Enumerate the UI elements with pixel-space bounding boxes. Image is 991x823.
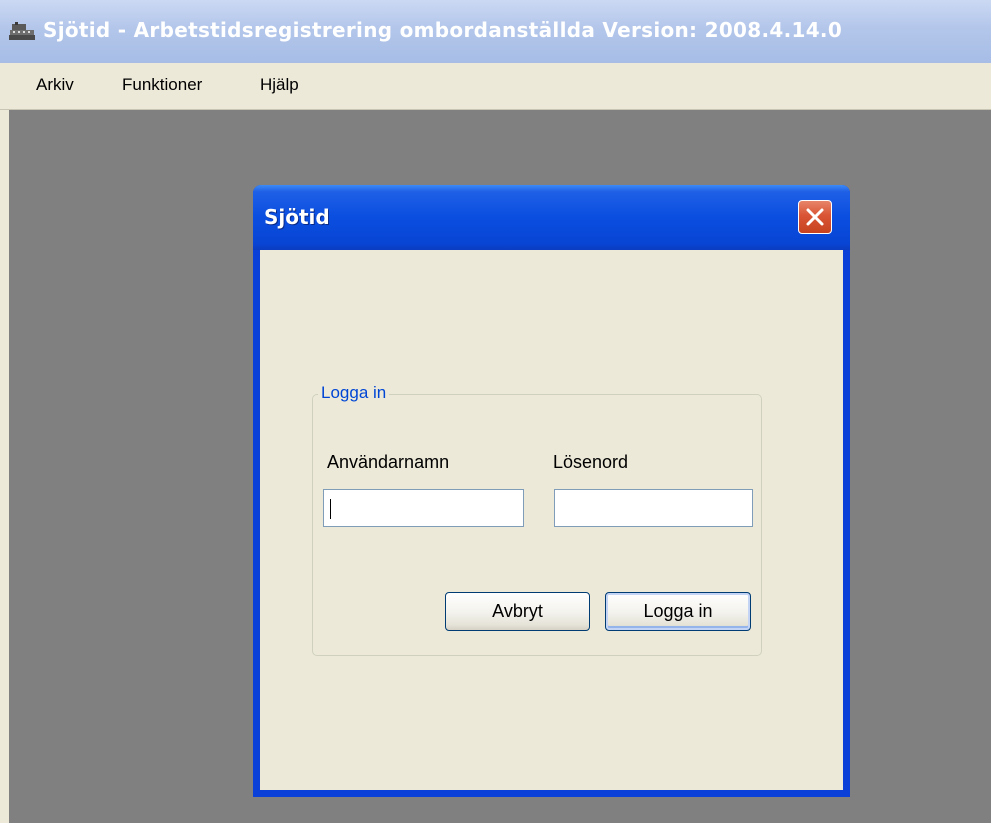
password-label: Lösenord bbox=[553, 452, 629, 472]
dialog-titlebar[interactable]: Sjötid bbox=[253, 185, 850, 250]
window-frame-left bbox=[0, 110, 9, 823]
close-icon bbox=[806, 208, 824, 226]
dialog-client-area: Logga in Användarnamn Lösenord Avbryt Lo… bbox=[260, 250, 843, 790]
login-dialog: Sjötid Logga in Användarnamn Lösenord Av… bbox=[253, 185, 850, 797]
dialog-title: Sjötid bbox=[264, 205, 330, 229]
password-input[interactable] bbox=[554, 489, 753, 527]
close-button[interactable] bbox=[798, 200, 832, 234]
ship-icon bbox=[9, 22, 35, 40]
menu-item-arkiv[interactable]: Arkiv bbox=[32, 75, 78, 95]
menu-item-hjalp[interactable]: Hjälp bbox=[256, 75, 303, 95]
app-window: Sjötid - Arbetstidsregistrering ombordan… bbox=[0, 0, 991, 823]
app-titlebar[interactable]: Sjötid - Arbetstidsregistrering ombordan… bbox=[0, 0, 991, 63]
login-button[interactable]: Logga in bbox=[605, 592, 751, 631]
cancel-button[interactable]: Avbryt bbox=[445, 592, 590, 631]
username-label: Användarnamn bbox=[327, 452, 450, 472]
username-input[interactable] bbox=[323, 489, 524, 527]
menubar: Arkiv Funktioner Hjälp bbox=[0, 63, 991, 110]
text-caret bbox=[330, 499, 331, 519]
app-title: Sjötid - Arbetstidsregistrering ombordan… bbox=[43, 18, 843, 42]
login-group-box: Logga in Användarnamn Lösenord Avbryt Lo… bbox=[312, 383, 762, 656]
group-legend: Logga in bbox=[318, 383, 390, 403]
menu-item-funktioner[interactable]: Funktioner bbox=[118, 75, 206, 95]
